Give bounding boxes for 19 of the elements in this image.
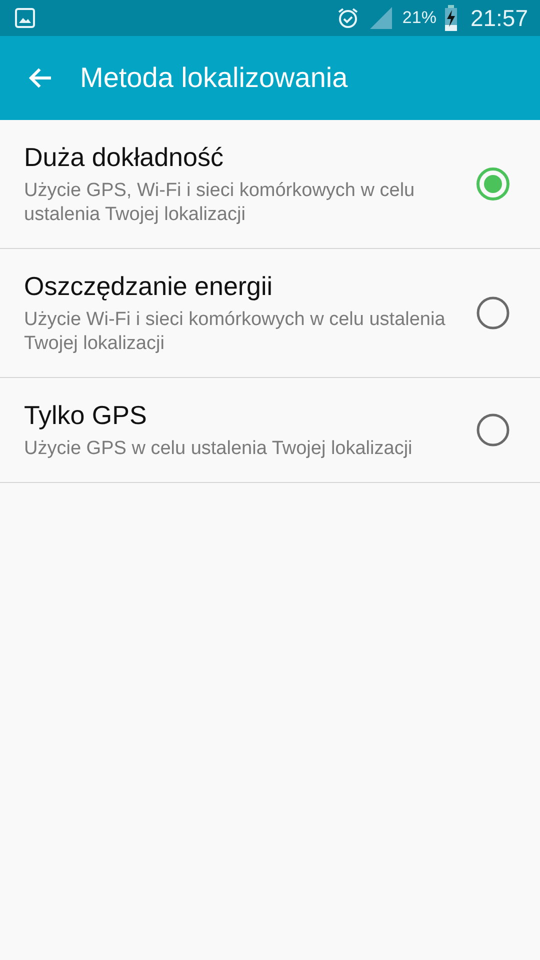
- radio-button[interactable]: [476, 296, 510, 330]
- location-option[interactable]: Tylko GPS Użycie GPS w celu ustalenia Twojej lokalizacji: [0, 378, 540, 483]
- option-title: Oszczędzanie energii: [24, 270, 274, 302]
- location-option[interactable]: Duża dokładność Użycie GPS, Wi-Fi i sieci komórkowych w celu ustalenia Twojej lokalizacji: [0, 120, 540, 249]
- option-title: Duża dokładność: [24, 142, 224, 172]
- battery-charging-icon: [444, 5, 458, 31]
- gallery-icon: [14, 7, 36, 29]
- option-title: Tylko GPS: [24, 400, 148, 430]
- alarm-icon: [336, 6, 360, 30]
- option-description: Użycie Wi-Fi i sieci komórkowych w celu ustalenia Twojej lokalizacji: [24, 308, 446, 356]
- radio-button[interactable]: [476, 167, 510, 201]
- option-description: Użycie GPS, Wi-Fi i sieci komórkowych w celu ustalenia Twojej lokalizacji: [24, 178, 416, 226]
- option-description: Użycie GPS w celu ustalenia Twojej lokalizacji: [24, 436, 414, 460]
- signal-icon: [368, 6, 394, 30]
- radio-button[interactable]: [476, 413, 510, 447]
- battery-percent: 21%: [402, 8, 436, 28]
- location-option[interactable]: Oszczędzanie energii Użycie Wi-Fi i sieci komórkowych w celu ustalenia Twojej lokalizacji: [0, 249, 540, 378]
- screen-title: Metoda lokalizowania: [80, 62, 348, 94]
- clock: 21:57: [470, 4, 528, 32]
